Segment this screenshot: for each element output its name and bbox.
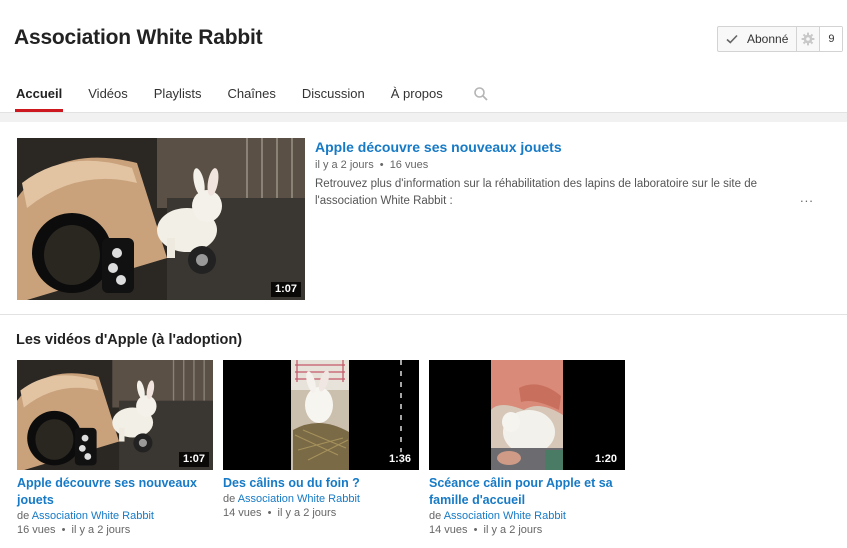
video-age: il y a 2 jours xyxy=(277,507,337,519)
featured-video-title[interactable]: Apple découvre ses nouveaux jouets xyxy=(315,139,562,155)
tab-chaines[interactable]: Chaînes xyxy=(227,80,275,112)
tab-playlists[interactable]: Playlists xyxy=(154,80,202,112)
video-card: 1:07 Apple découvre ses nouveaux jouets … xyxy=(17,360,213,536)
gear-icon xyxy=(801,32,815,46)
video-views: 14 vues xyxy=(429,524,468,536)
video-age: il y a 2 jours xyxy=(71,524,131,536)
video-meta: 14 vues • il y a 2 jours xyxy=(223,507,419,519)
channel-search-button[interactable] xyxy=(473,80,489,112)
search-icon xyxy=(473,87,488,101)
tab-discussion[interactable]: Discussion xyxy=(302,80,365,112)
subscription-settings-button[interactable] xyxy=(797,27,821,51)
subscription-controls: Abonné 9 xyxy=(717,26,844,52)
video-age: il y a 2 jours xyxy=(483,524,543,536)
featured-video-section: 1:07 Apple découvre ses nouveaux jouets … xyxy=(0,122,847,315)
channel-tabs: Accueil Vidéos Playlists Chaînes Discuss… xyxy=(0,80,489,112)
channel-title[interactable]: Association White Rabbit xyxy=(14,26,263,50)
shelf-title[interactable]: Les vidéos d'Apple (à l'adoption) xyxy=(16,332,242,348)
tab-videos[interactable]: Vidéos xyxy=(88,80,128,112)
by-prefix: de xyxy=(429,510,442,522)
video-meta: 16 vues • il y a 2 jours xyxy=(17,524,213,536)
more-description-button[interactable]: ... xyxy=(800,190,814,205)
video-age: il y a 2 jours xyxy=(315,159,374,171)
tab-a-propos[interactable]: À propos xyxy=(391,80,443,112)
check-icon xyxy=(726,34,738,44)
meta-separator: • xyxy=(267,507,272,519)
meta-separator: • xyxy=(379,159,384,171)
video-title[interactable]: Apple découvre ses nouveaux jouets xyxy=(17,475,213,509)
tab-accueil[interactable]: Accueil xyxy=(14,80,64,112)
video-duration: 1:07 xyxy=(270,282,301,297)
video-title[interactable]: Scéance câlin pour Apple et sa famille d… xyxy=(429,475,625,509)
subscribed-label: Abonné xyxy=(747,32,789,46)
video-duration: 1:20 xyxy=(590,452,621,467)
video-thumbnail[interactable]: 1:20 xyxy=(429,360,625,470)
by-prefix: de xyxy=(17,510,30,522)
video-thumbnail[interactable]: 1:07 xyxy=(17,360,213,470)
subscribed-button[interactable]: Abonné xyxy=(718,27,798,51)
video-duration: 1:07 xyxy=(178,452,209,467)
video-title[interactable]: Des câlins ou du foin ? xyxy=(223,475,419,492)
video-thumbnail[interactable]: 1:36 xyxy=(223,360,419,470)
channel-header: Association White Rabbit Abonné 9 Accuei… xyxy=(0,0,847,113)
meta-separator: • xyxy=(473,524,478,536)
video-views: 16 vues xyxy=(389,159,429,171)
video-channel-line: de Association White Rabbit xyxy=(17,510,213,522)
video-meta: 14 vues • il y a 2 jours xyxy=(429,524,625,536)
rabbit-toy-image xyxy=(17,138,305,300)
subscriber-count: 9 xyxy=(820,27,843,51)
video-channel-line: de Association White Rabbit xyxy=(223,493,419,505)
video-views: 16 vues xyxy=(17,524,56,536)
by-prefix: de xyxy=(223,493,236,505)
featured-video-thumbnail[interactable]: 1:07 xyxy=(17,138,305,300)
video-duration: 1:36 xyxy=(384,452,415,467)
video-card: 1:36 Des câlins ou du foin ? de Associat… xyxy=(223,360,419,519)
video-channel-line: de Association White Rabbit xyxy=(429,510,625,522)
channel-link[interactable]: Association White Rabbit xyxy=(444,510,566,522)
featured-video-description: Retrouvez plus d'information sur la réha… xyxy=(315,178,757,207)
video-shelf: Les vidéos d'Apple (à l'adoption) 1:07 A… xyxy=(0,315,847,548)
channel-link[interactable]: Association White Rabbit xyxy=(238,493,360,505)
featured-video-meta: il y a 2 jours • 16 vues xyxy=(315,159,428,171)
meta-separator: • xyxy=(61,524,66,536)
video-card: 1:20 Scéance câlin pour Apple et sa fami… xyxy=(429,360,625,536)
video-views: 14 vues xyxy=(223,507,262,519)
channel-link[interactable]: Association White Rabbit xyxy=(32,510,154,522)
